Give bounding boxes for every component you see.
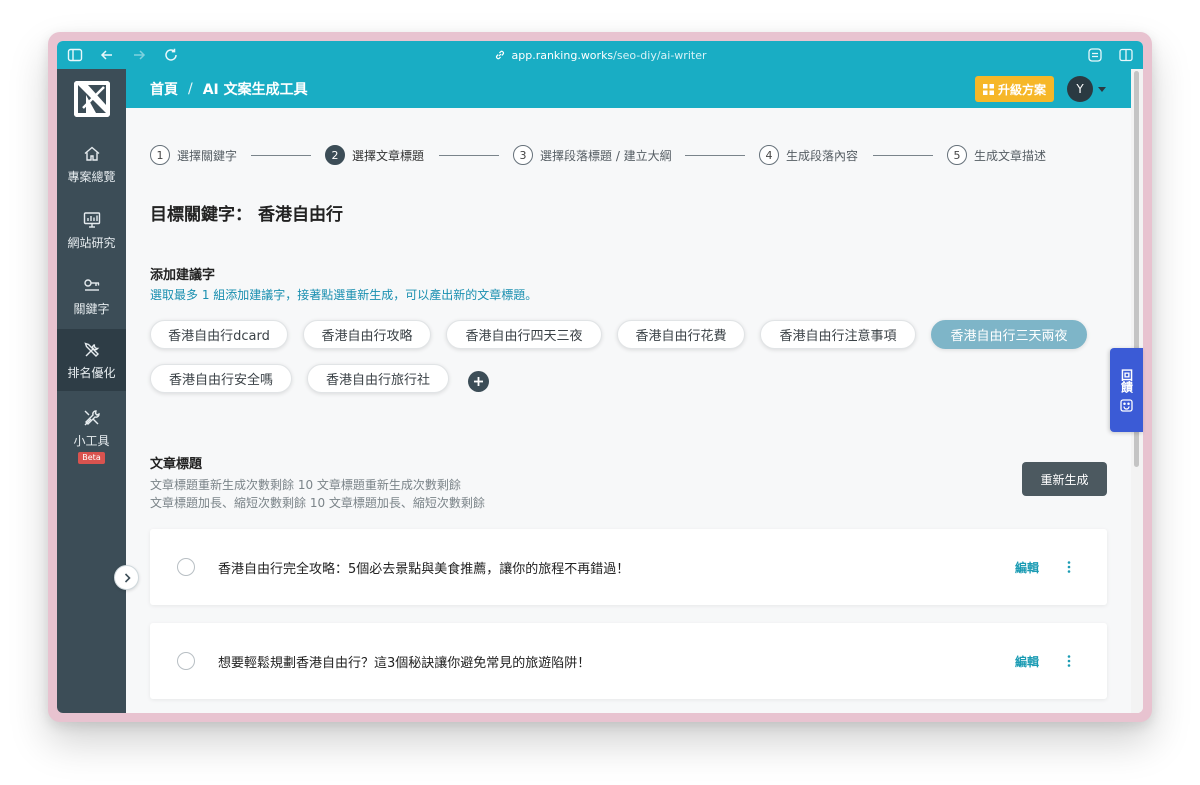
avatar[interactable]: Y [1067, 76, 1093, 102]
suggestion-chip[interactable]: 香港自由行dcard [150, 320, 288, 349]
wrench-screwdriver-icon [82, 408, 102, 428]
step-label: 生成文章描述 [974, 148, 1047, 163]
browser-toolbar: app.ranking.works/seo-diy/ai-writer [57, 41, 1143, 69]
breadcrumb-current: AI 文案生成工具 [202, 81, 308, 98]
url-path: /seo-diy/ai-writer [613, 48, 707, 62]
step-connector [685, 155, 745, 156]
upgrade-plan-button[interactable]: 升級方案 [975, 76, 1054, 102]
breadcrumb: 首頁 / AI 文案生成工具 [150, 69, 308, 108]
grid-icon [982, 83, 994, 95]
caret-down-icon[interactable] [1097, 84, 1107, 94]
sidebar: 專案總覽 網站研究 關鍵字 排名優化 小工具 Beta [57, 69, 126, 713]
step-connector [439, 155, 499, 156]
regen-quota-text: 文章標題重新生成次數剩餘 10 文章標題重新生成次數剩餘 [150, 478, 461, 492]
sidebar-item-label: 小工具 [73, 434, 110, 448]
titles-section-title: 文章標題 [150, 457, 203, 472]
title-option-text: 想要輕鬆規劃香港自由行？這3個秘訣讓你避免常見的旅遊陷阱！ [218, 655, 591, 671]
step-number: 1 [150, 145, 170, 165]
main-content: 1 選擇關鍵字 2 選擇文章標題 3 選擇段落標題 / 建立大綱 4 生成段落內… [126, 108, 1131, 713]
sidebar-item-tools[interactable]: 小工具 Beta [57, 397, 126, 475]
plus-icon [474, 377, 483, 386]
reader-icon[interactable] [1087, 47, 1103, 63]
suggestion-chip[interactable]: 香港自由行攻略 [303, 320, 431, 349]
sidebar-toggle-icon[interactable] [67, 47, 83, 63]
title-option-card[interactable]: 想要輕鬆規劃香港自由行？這3個秘訣讓你避免常見的旅遊陷阱！ 編輯 [150, 623, 1107, 699]
step-label: 生成段落內容 [786, 148, 859, 163]
tools-icon [82, 340, 102, 360]
sidebar-item-ranking-optimization[interactable]: 排名優化 [57, 329, 126, 391]
back-arrow-icon[interactable] [99, 47, 115, 63]
browser-window: app.ranking.works/seo-diy/ai-writer 專案總覽 [57, 41, 1143, 713]
sidebar-item-label: 排名優化 [67, 365, 116, 380]
target-keyword-label: 目標關鍵字： [150, 205, 252, 225]
suggestion-chip[interactable]: 香港自由行花費 [617, 320, 745, 349]
feedback-label: 回饋 [1119, 368, 1134, 393]
edit-button[interactable]: 編輯 [1015, 623, 1039, 699]
smile-icon [1120, 398, 1133, 412]
feedback-tab[interactable]: 回饋 [1110, 348, 1143, 432]
sidebar-item-keywords[interactable]: 關鍵字 [57, 265, 126, 327]
step-1[interactable]: 1 選擇關鍵字 [150, 144, 237, 166]
length-quota-text: 文章標題加長、縮短次數剩餘 10 文章標題加長、縮短次數剩餘 [150, 496, 485, 510]
suggestions-title: 添加建議字 [150, 268, 216, 283]
app-header: 首頁 / AI 文案生成工具 升級方案 Y [126, 69, 1131, 108]
step-5[interactable]: 5 生成文章描述 [947, 144, 1046, 166]
sidebar-expand-button[interactable] [114, 565, 139, 590]
sidebar-item-label: 專案總覽 [67, 169, 116, 184]
step-4[interactable]: 4 生成段落內容 [759, 144, 858, 166]
target-keyword-value: 香港自由行 [258, 205, 343, 225]
title-radio[interactable] [177, 558, 195, 576]
split-view-icon[interactable] [1118, 47, 1134, 63]
suggestion-chip[interactable]: 香港自由行四天三夜 [446, 320, 602, 349]
sidebar-item-site-research[interactable]: 網站研究 [57, 199, 126, 261]
upgrade-plan-label: 升級方案 [997, 82, 1046, 97]
step-number: 2 [325, 145, 345, 165]
link-icon [494, 49, 506, 61]
ranking-works-logo[interactable] [74, 81, 110, 117]
more-vertical-icon[interactable] [1064, 652, 1074, 670]
forward-arrow-icon[interactable] [131, 47, 147, 63]
regenerate-button[interactable]: 重新生成 [1022, 462, 1107, 496]
chevron-right-icon [124, 572, 131, 583]
step-label: 選擇關鍵字 [177, 148, 238, 163]
suggestion-chip[interactable]: 香港自由行安全嗎 [150, 364, 292, 393]
sidebar-item-label: 關鍵字 [73, 301, 110, 316]
suggestion-chip[interactable]: 香港自由行旅行社 [307, 364, 449, 393]
title-radio[interactable] [177, 652, 195, 670]
step-connector [251, 155, 311, 156]
breadcrumb-home[interactable]: 首頁 [150, 79, 178, 99]
more-vertical-icon[interactable] [1064, 558, 1074, 576]
step-2[interactable]: 2 選擇文章標題 [325, 144, 424, 166]
step-3[interactable]: 3 選擇段落標題 / 建立大綱 [513, 144, 672, 166]
title-option-text: 香港自由行完全攻略：5個必去景點與美食推薦，讓你的旅程不再錯過！ [218, 561, 630, 577]
breadcrumb-separator: / [188, 80, 193, 97]
sidebar-item-label: 網站研究 [67, 235, 116, 250]
step-number: 3 [513, 145, 533, 165]
home-icon [82, 144, 102, 164]
title-option-card[interactable]: 香港自由行完全攻略：5個必去景點與美食推薦，讓你的旅程不再錯過！ 編輯 [150, 529, 1107, 605]
suggestions-hint: 選取最多 1 組添加建議字，接著點選重新生成，可以產出新的文章標題。 [150, 288, 538, 302]
add-suggestion-button[interactable] [468, 371, 489, 392]
beta-badge: Beta [78, 452, 105, 464]
reload-icon[interactable] [163, 47, 179, 63]
key-icon [82, 276, 102, 296]
step-number: 5 [947, 145, 967, 165]
suggestion-chips: 香港自由行dcard 香港自由行攻略 香港自由行四天三夜 香港自由行花費 香港自… [150, 320, 1110, 410]
step-number: 4 [759, 145, 779, 165]
stepper: 1 選擇關鍵字 2 選擇文章標題 3 選擇段落標題 / 建立大綱 4 生成段落內… [150, 144, 1050, 166]
step-connector [873, 155, 933, 156]
url-host: app.ranking.works [511, 48, 614, 62]
edit-button[interactable]: 編輯 [1015, 529, 1039, 605]
address-bar[interactable]: app.ranking.works/seo-diy/ai-writer [57, 41, 1143, 69]
sidebar-item-project-overview[interactable]: 專案總覽 [57, 133, 126, 195]
suggestion-chip[interactable]: 香港自由行注意事項 [760, 320, 916, 349]
suggestion-chip-selected[interactable]: 香港自由行三天兩夜 [931, 320, 1087, 349]
step-label: 選擇段落標題 / 建立大綱 [540, 148, 672, 163]
target-keyword-heading: 目標關鍵字： 香港自由行 [150, 200, 343, 225]
monitor-chart-icon [82, 210, 102, 230]
step-label: 選擇文章標題 [352, 148, 425, 163]
